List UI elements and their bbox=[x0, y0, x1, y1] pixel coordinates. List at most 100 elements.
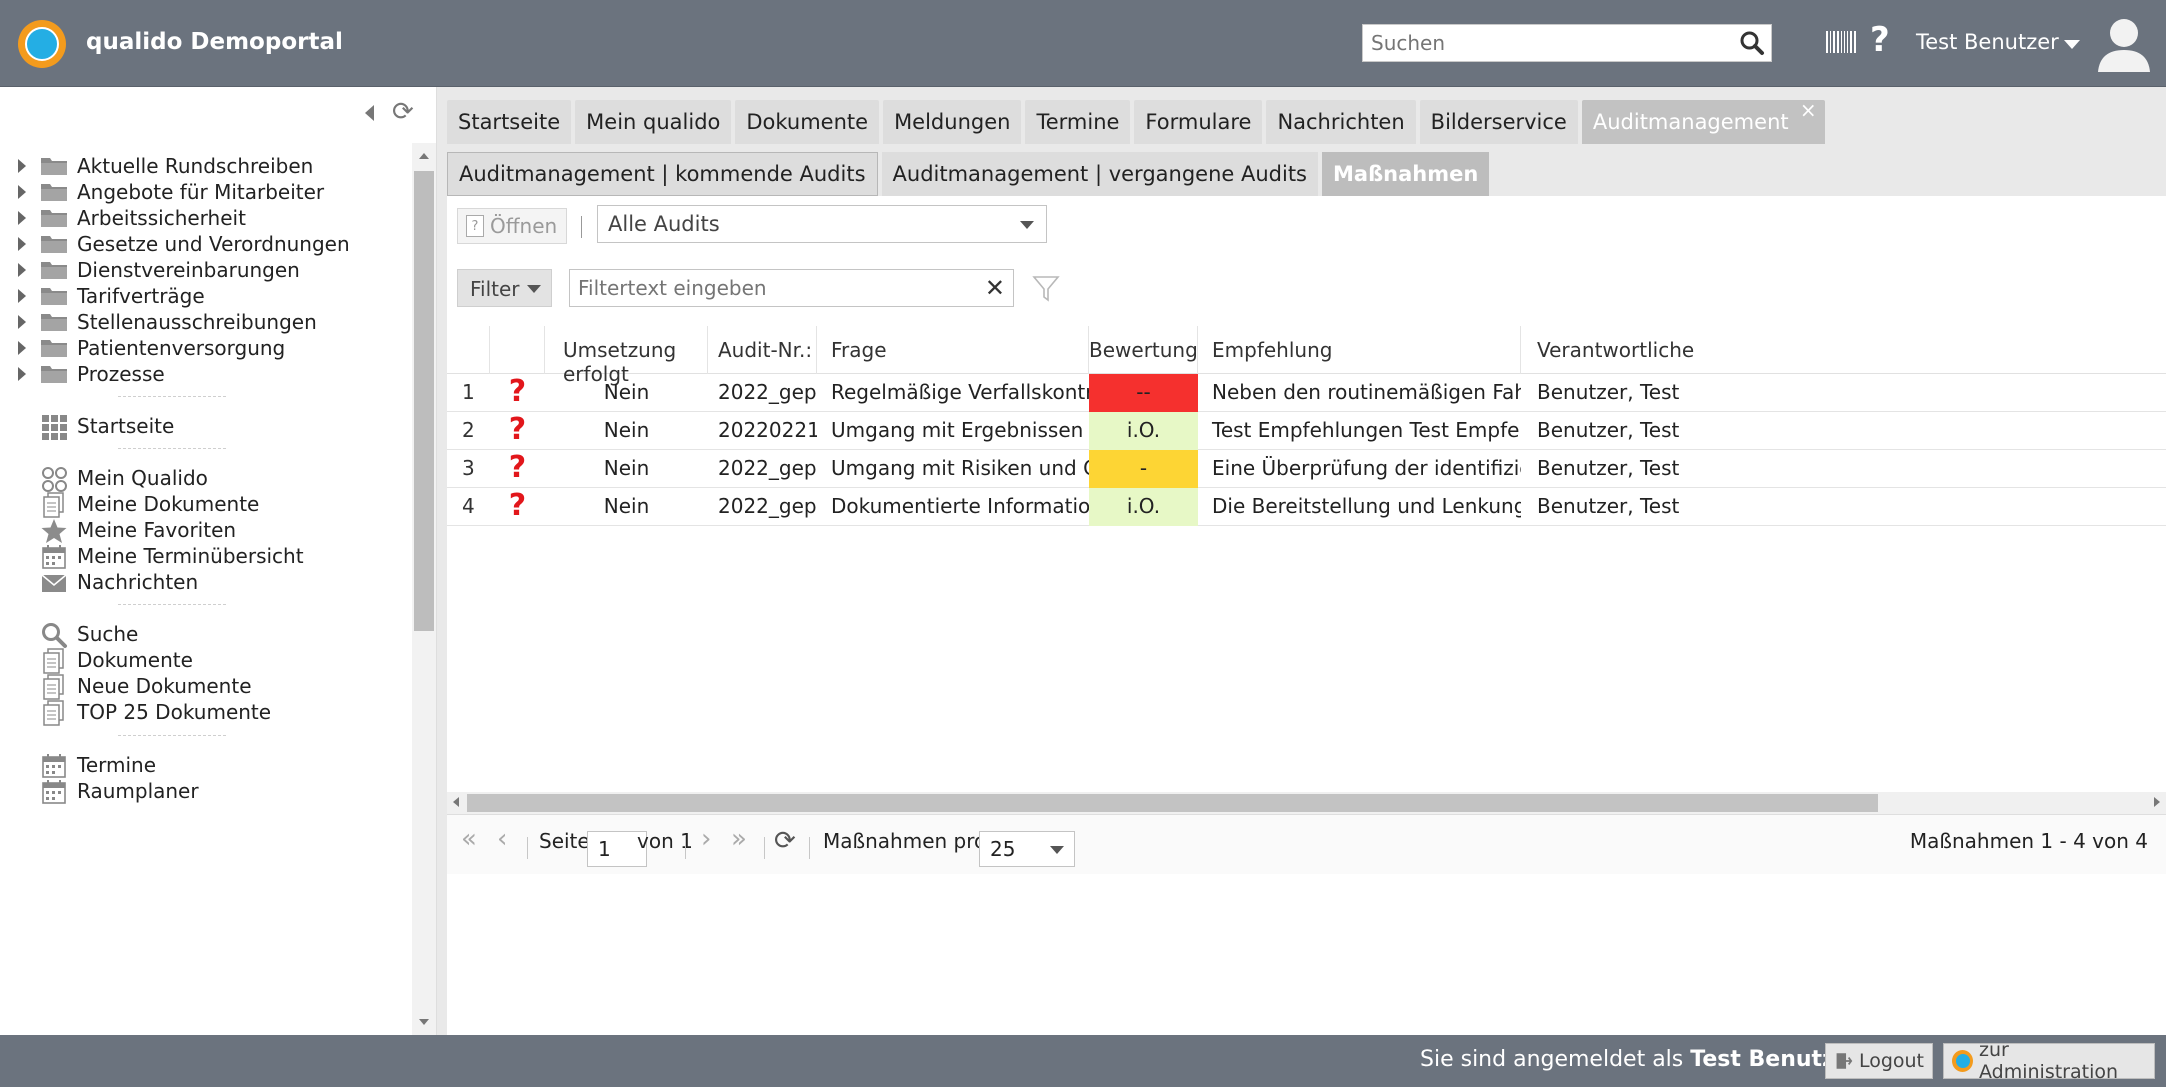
grid-icon bbox=[42, 415, 67, 440]
cell-verantwortliche: Benutzer, Test bbox=[1537, 380, 1680, 404]
sidebar-link-nachrichten[interactable]: Nachrichten bbox=[0, 564, 412, 600]
sidebar-divider bbox=[118, 604, 226, 605]
expand-arrow-icon[interactable] bbox=[18, 367, 26, 381]
subtab-vergangene-audits[interactable]: Auditmanagement | vergangene Audits bbox=[881, 152, 1318, 196]
sidebar-link-startseite[interactable]: Startseite bbox=[0, 408, 412, 444]
cell-frage: Dokumentierte Informationen bbox=[831, 494, 1089, 518]
expand-arrow-icon[interactable] bbox=[18, 289, 26, 303]
cell-empfehlung: Neben den routinemäßigen Fahrzeugkontr..… bbox=[1212, 380, 1521, 404]
sidebar-divider bbox=[118, 396, 226, 397]
scroll-up-icon[interactable] bbox=[419, 153, 429, 159]
cell-audit-nr: 2022_gepla... bbox=[718, 494, 817, 518]
footer-bar: Sie sind angemeldet als Test Benutzer Lo… bbox=[0, 1035, 2166, 1087]
qualido-logo-icon bbox=[1952, 1050, 1973, 1072]
table-row[interactable]: 4? Nein 2022_gepla... Dokumentierte Informa… bbox=[447, 488, 2166, 526]
row-number: 3 bbox=[462, 456, 475, 480]
subtab-massnahmen[interactable]: Maßnahmen bbox=[1322, 152, 1490, 196]
column-header-verantwortliche[interactable]: Verantwortliche bbox=[1521, 326, 2166, 374]
audits-select[interactable]: Alle Audits bbox=[597, 205, 1047, 243]
expand-arrow-icon[interactable] bbox=[18, 185, 26, 199]
sidebar-folder-label: Prozesse bbox=[77, 362, 165, 386]
cell-umsetzung: Nein bbox=[603, 494, 650, 518]
sidebar-navigation: Aktuelle Rundschreiben Angebote für Mitar… bbox=[0, 143, 412, 1035]
help-icon[interactable]: ? bbox=[1870, 20, 1890, 60]
scroll-down-icon[interactable] bbox=[419, 1019, 429, 1025]
sidebar-link-raumplaner[interactable]: Raumplaner bbox=[0, 773, 412, 809]
next-page-icon[interactable]: › bbox=[701, 824, 711, 854]
search-icon[interactable] bbox=[1739, 30, 1765, 56]
close-tab-icon[interactable]: × bbox=[1800, 98, 1817, 122]
barcode-icon[interactable] bbox=[1826, 31, 1857, 53]
sidebar-link-top-25-dokumente[interactable]: TOP 25 Dokumente bbox=[0, 694, 412, 730]
question-status-icon: ? bbox=[508, 412, 527, 447]
tab-auditmanagement[interactable]: Auditmanagement × bbox=[1581, 98, 1825, 144]
expand-arrow-icon[interactable] bbox=[18, 263, 26, 277]
question-status-icon: ? bbox=[508, 488, 527, 523]
last-page-icon[interactable]: » bbox=[731, 824, 747, 854]
column-header-bewertung[interactable]: Bewertung bbox=[1089, 326, 1198, 374]
collapse-sidebar-icon[interactable] bbox=[365, 105, 374, 121]
cell-frage: Umgang mit Ergebnissen aus verg... bbox=[831, 418, 1089, 442]
sidebar-divider bbox=[118, 735, 226, 736]
tab-bilderservice[interactable]: Bilderservice bbox=[1419, 100, 1578, 144]
row-number: 4 bbox=[462, 494, 475, 518]
table-row[interactable]: 2? Nein 20220221_32 Umgang mit Ergebnissen … bbox=[447, 412, 2166, 450]
refresh-icon[interactable]: ⟳ bbox=[392, 97, 414, 127]
refresh-icon[interactable]: ⟳ bbox=[774, 826, 796, 856]
qualido-logo[interactable] bbox=[18, 20, 66, 68]
administration-button[interactable]: zur Administration bbox=[1943, 1039, 2155, 1083]
main-content: Startseite Mein qualido Dokumente Meldun… bbox=[437, 87, 2166, 1035]
per-page-select[interactable]: 25 bbox=[979, 831, 1075, 867]
open-button[interactable]: ? Öffnen bbox=[457, 208, 567, 244]
expand-arrow-icon[interactable] bbox=[18, 211, 26, 225]
column-header-umsetzung[interactable]: Umsetzung erfolgt bbox=[545, 326, 708, 386]
question-status-icon: ? bbox=[508, 374, 527, 409]
tab-mein-qualido[interactable]: Mein qualido bbox=[575, 100, 732, 144]
avatar[interactable] bbox=[2094, 14, 2154, 74]
user-menu-name[interactable]: Test Benutzer bbox=[1916, 30, 2059, 54]
table-row[interactable]: 3? Nein 2022_gepla... Umgang mit Risiken un… bbox=[447, 450, 2166, 488]
scroll-left-icon[interactable] bbox=[453, 797, 459, 807]
expand-arrow-icon[interactable] bbox=[18, 341, 26, 355]
expand-arrow-icon[interactable] bbox=[18, 159, 26, 173]
logout-icon bbox=[1836, 1053, 1853, 1069]
column-header-empfehlung[interactable]: Empfehlung bbox=[1198, 326, 1521, 374]
subtab-kommende-audits[interactable]: Auditmanagement | kommende Audits bbox=[447, 152, 878, 196]
tab-nachrichten[interactable]: Nachrichten bbox=[1266, 100, 1416, 144]
funnel-icon[interactable] bbox=[1029, 272, 1063, 304]
tab-startseite[interactable]: Startseite bbox=[447, 100, 572, 144]
column-header-frage[interactable]: Frage bbox=[817, 326, 1089, 374]
previous-page-icon[interactable]: ‹ bbox=[497, 824, 507, 854]
scroll-right-icon[interactable] bbox=[2154, 797, 2160, 807]
tab-meldungen[interactable]: Meldungen bbox=[883, 100, 1022, 144]
folder-icon bbox=[41, 314, 67, 331]
open-button-label: Öffnen bbox=[490, 214, 558, 238]
sidebar-scrollbar[interactable] bbox=[412, 143, 436, 1035]
tab-termine[interactable]: Termine bbox=[1025, 100, 1131, 144]
horizontal-scrollbar[interactable] bbox=[447, 792, 2166, 814]
scrollbar-thumb[interactable] bbox=[414, 171, 434, 631]
expand-arrow-icon[interactable] bbox=[18, 315, 26, 329]
filter-input[interactable] bbox=[570, 270, 970, 306]
chevron-down-icon[interactable] bbox=[2064, 40, 2080, 49]
main-tabs: Startseite Mein qualido Dokumente Meldun… bbox=[447, 95, 1825, 147]
tab-dokumente[interactable]: Dokumente bbox=[735, 100, 880, 144]
search-input[interactable] bbox=[1363, 25, 1723, 61]
chevron-down-icon bbox=[1050, 846, 1064, 854]
chevron-down-icon bbox=[1020, 221, 1034, 229]
global-search[interactable] bbox=[1362, 24, 1772, 62]
per-page-value: 25 bbox=[990, 837, 1016, 861]
filter-button[interactable]: Filter bbox=[457, 269, 552, 307]
logout-button[interactable]: Logout bbox=[1825, 1043, 1933, 1079]
table-row[interactable]: 1? Nein 2022_gepla... Regelmäßige Verfallsk… bbox=[447, 374, 2166, 412]
folder-icon bbox=[41, 158, 67, 175]
column-header-audit-nr[interactable]: Audit-Nr.: bbox=[708, 326, 817, 374]
sidebar-folder-prozesse[interactable]: Prozesse bbox=[0, 356, 412, 392]
expand-arrow-icon[interactable] bbox=[18, 237, 26, 251]
first-page-icon[interactable]: « bbox=[461, 824, 477, 854]
cell-bewertung: i.O. bbox=[1089, 412, 1198, 450]
scrollbar-thumb[interactable] bbox=[467, 794, 1878, 812]
filter-field[interactable]: ✕ bbox=[569, 269, 1014, 307]
clear-filter-icon[interactable]: ✕ bbox=[985, 274, 1005, 302]
tab-formulare[interactable]: Formulare bbox=[1134, 100, 1263, 144]
